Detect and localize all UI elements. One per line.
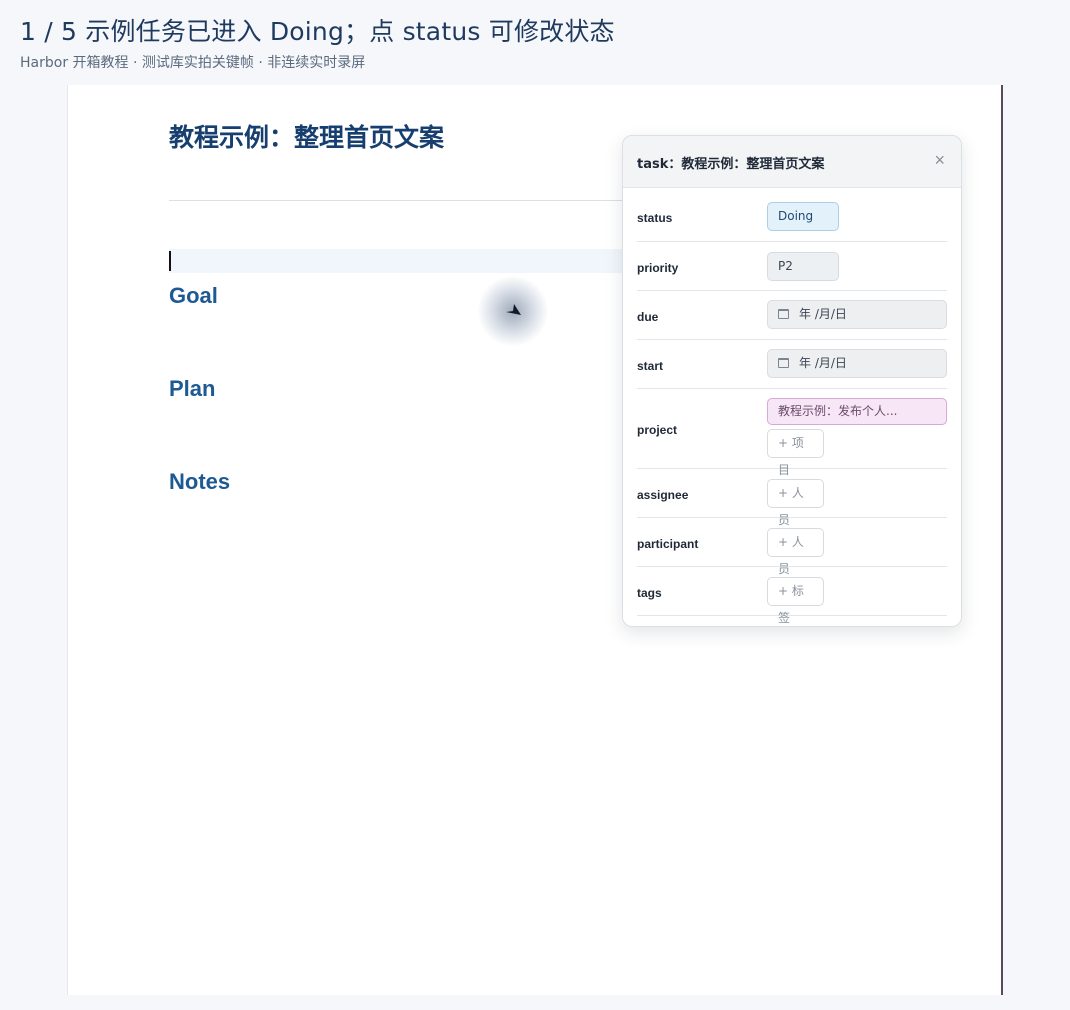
prop-label-assignee: assignee	[637, 488, 689, 502]
caption-subtitle: Harbor 开箱教程 · 测试库实拍关键帧 · 非连续实时录屏	[20, 55, 366, 71]
title-divider	[169, 200, 639, 201]
prop-label-priority: priority	[637, 261, 679, 275]
status-chip[interactable]: Doing	[767, 202, 839, 231]
prop-row-status: status Doing	[637, 189, 947, 242]
caption-title: 1 / 5 示例任务已进入 Doing；点 status 可修改状态	[20, 17, 615, 46]
pointer-icon	[506, 304, 521, 315]
prop-row-start: start 年 /月/日	[637, 340, 947, 389]
due-date-placeholder: 年 /月/日	[799, 307, 847, 321]
due-date-input[interactable]: 年 /月/日	[767, 300, 947, 329]
panel-header: task：教程示例：整理首页文案 ×	[623, 136, 961, 188]
prop-row-tags: tags + 标签	[637, 567, 947, 625]
close-icon[interactable]: ×	[934, 150, 945, 170]
prop-row-project: project 教程示例：发布个人... + 项目	[637, 389, 947, 477]
prop-row-assignee: assignee + 人员	[637, 469, 947, 527]
add-project-button[interactable]: + 项目	[767, 429, 824, 477]
prop-row-participant: participant + 人员	[637, 518, 947, 576]
project-chip[interactable]: 教程示例：发布个人...	[767, 398, 947, 425]
priority-chip[interactable]: P2	[767, 252, 839, 281]
text-caret	[169, 251, 171, 271]
start-date-input[interactable]: 年 /月/日	[767, 349, 947, 378]
add-participant-button[interactable]: + 人员	[767, 528, 824, 576]
prop-label-start: start	[637, 359, 664, 373]
active-line[interactable]	[169, 249, 639, 273]
calendar-icon	[778, 358, 789, 368]
editor-border	[1001, 85, 1003, 995]
heading-goal[interactable]: Goal	[169, 283, 218, 309]
prop-label-status: status	[637, 211, 673, 225]
start-date-placeholder: 年 /月/日	[799, 356, 847, 370]
calendar-icon	[778, 309, 789, 319]
task-properties-panel: task：教程示例：整理首页文案 × status Doing priority…	[622, 135, 962, 627]
panel-title: task：教程示例：整理首页文案	[637, 157, 825, 172]
prop-row-priority: priority P2	[637, 242, 947, 291]
document-title[interactable]: 教程示例：整理首页文案	[169, 118, 444, 154]
heading-notes[interactable]: Notes	[169, 469, 230, 495]
prop-label-project: project	[637, 423, 678, 437]
add-tag-button[interactable]: + 标签	[767, 577, 824, 625]
prop-label-tags: tags	[637, 586, 662, 600]
add-assignee-button[interactable]: + 人员	[767, 479, 824, 527]
prop-label-due: due	[637, 310, 659, 324]
prop-label-participant: participant	[637, 537, 699, 551]
prop-row-due: due 年 /月/日	[637, 291, 947, 340]
heading-plan[interactable]: Plan	[169, 376, 215, 402]
